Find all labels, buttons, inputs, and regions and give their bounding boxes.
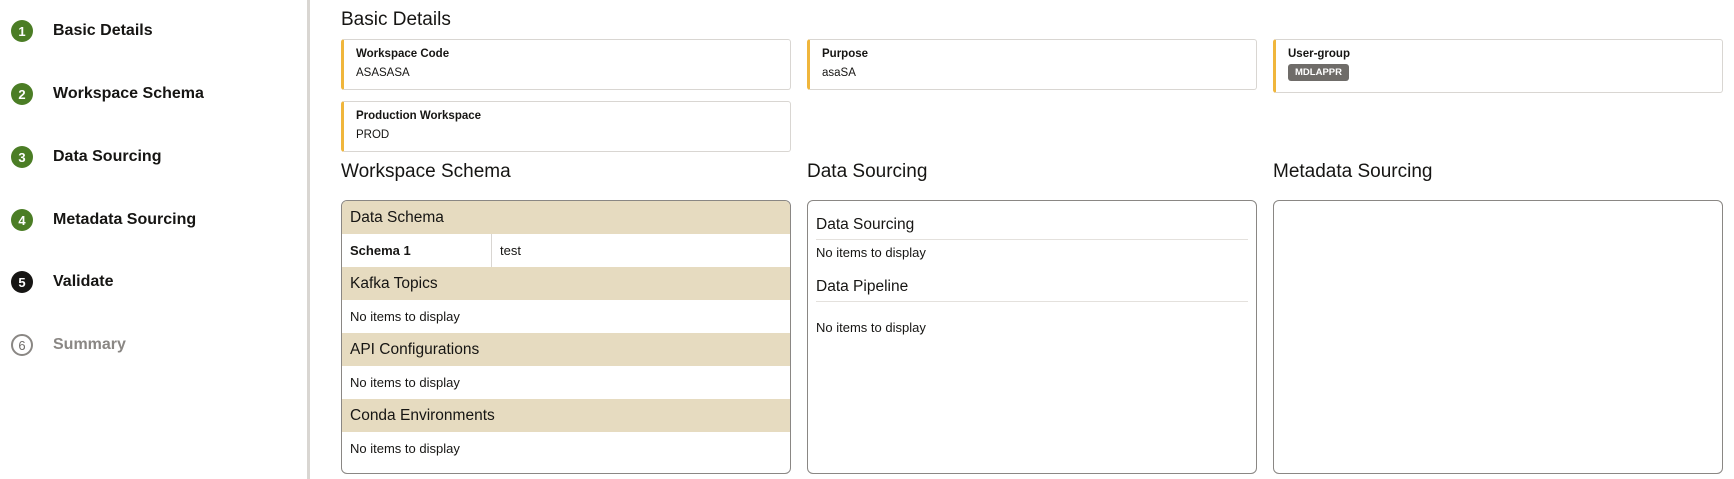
data-pipeline-empty: No items to display xyxy=(816,320,926,335)
workspace-code-value: ASASASA xyxy=(356,67,410,79)
metadata-sourcing-title: Metadata Sourcing xyxy=(1273,161,1433,182)
user-group-chip: MDLAPPR xyxy=(1288,64,1349,81)
production-workspace-label: Production Workspace xyxy=(356,110,482,122)
step-basic-details[interactable]: 1 Basic Details xyxy=(11,16,153,46)
user-group-card: User-group MDLAPPR xyxy=(1273,39,1723,93)
conda-environments-empty: No items to display xyxy=(350,441,460,456)
step-workspace-schema[interactable]: 2 Workspace Schema xyxy=(11,79,204,109)
step-number-4: 4 xyxy=(11,209,33,231)
workspace-schema-title: Workspace Schema xyxy=(341,161,511,182)
step-label: Validate xyxy=(53,273,114,290)
data-sourcing-panel: Data Sourcing No items to display Data P… xyxy=(807,200,1257,474)
validate-content: Basic Details Workspace Code ASASASA Pur… xyxy=(341,0,1723,479)
data-schema-header: Data Schema xyxy=(342,201,790,234)
step-data-sourcing[interactable]: 3 Data Sourcing xyxy=(11,142,161,172)
purpose-value: asaSA xyxy=(822,67,856,79)
table-row: Schema 1 test xyxy=(342,234,790,267)
conda-environments-header: Conda Environments xyxy=(342,399,790,432)
step-label: Basic Details xyxy=(53,22,153,39)
data-sourcing-empty: No items to display xyxy=(816,245,926,260)
production-workspace-value: PROD xyxy=(356,129,390,141)
step-label: Workspace Schema xyxy=(53,85,204,102)
api-configurations-empty: No items to display xyxy=(350,375,460,390)
stepper-divider xyxy=(307,0,310,479)
workspace-schema-panel: Data Schema Schema 1 test Kafka Topics N… xyxy=(341,200,791,474)
purpose-card: Purpose asaSA xyxy=(807,39,1257,90)
data-pipeline-subtitle: Data Pipeline xyxy=(816,278,1248,302)
user-group-label: User-group xyxy=(1288,48,1350,60)
basic-details-title: Basic Details xyxy=(341,9,451,30)
metadata-sourcing-panel xyxy=(1273,200,1723,474)
step-number-3: 3 xyxy=(11,146,33,168)
train-stepper: 1 Basic Details 2 Workspace Schema 3 Dat… xyxy=(0,0,309,479)
step-label: Summary xyxy=(53,336,126,353)
step-number-2: 2 xyxy=(11,83,33,105)
api-configurations-header: API Configurations xyxy=(342,333,790,366)
step-number-5: 5 xyxy=(11,271,33,293)
production-workspace-card: Production Workspace PROD xyxy=(341,101,791,152)
step-label: Metadata Sourcing xyxy=(53,211,197,228)
step-label: Data Sourcing xyxy=(53,148,162,165)
purpose-label: Purpose xyxy=(822,48,869,60)
workspace-code-card: Workspace Code ASASASA xyxy=(341,39,791,90)
data-sourcing-subtitle: Data Sourcing xyxy=(816,216,1248,240)
step-number-6: 6 xyxy=(11,334,33,356)
workspace-code-label: Workspace Code xyxy=(356,48,450,60)
schema-key: Schema 1 xyxy=(342,234,492,267)
step-validate[interactable]: 5 Validate xyxy=(11,267,113,297)
kafka-topics-empty: No items to display xyxy=(350,309,460,324)
step-summary[interactable]: 6 Summary xyxy=(11,330,126,360)
data-sourcing-title: Data Sourcing xyxy=(807,161,928,182)
step-number-1: 1 xyxy=(11,20,33,42)
kafka-topics-header: Kafka Topics xyxy=(342,267,790,300)
step-metadata-sourcing[interactable]: 4 Metadata Sourcing xyxy=(11,205,196,235)
schema-value: test xyxy=(500,243,521,258)
